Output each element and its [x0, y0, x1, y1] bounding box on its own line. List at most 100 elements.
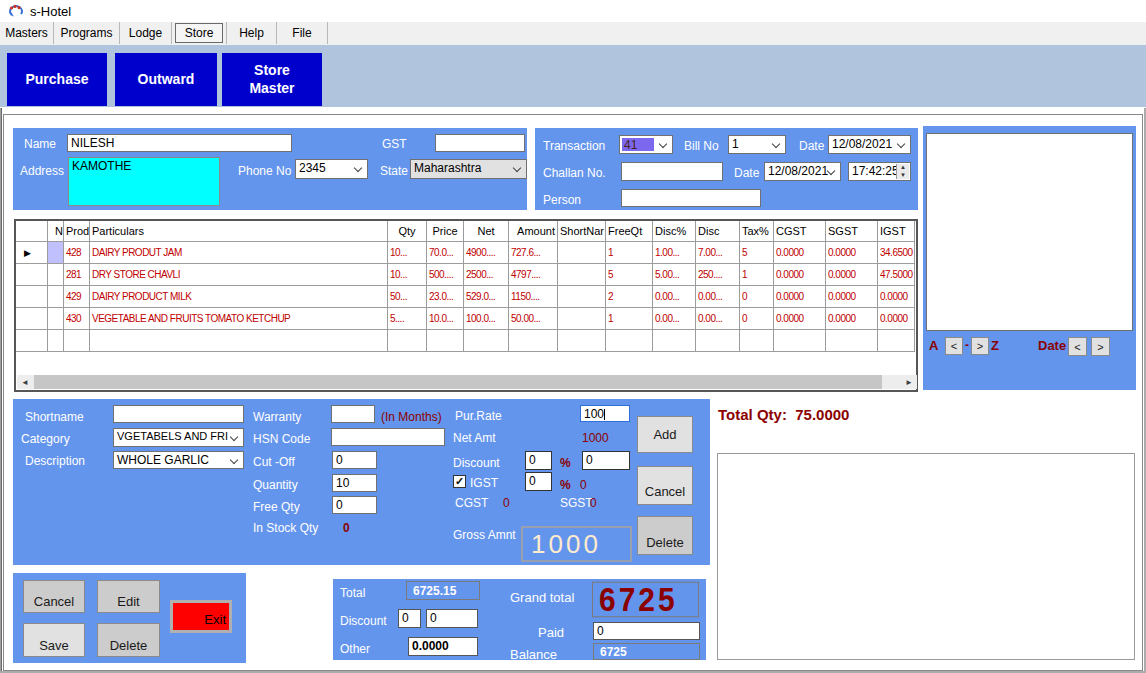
quantity-input[interactable]: 10: [332, 474, 377, 492]
cancel-item-button[interactable]: Cancel: [637, 466, 693, 505]
grid-col-header[interactable]: ShortNar: [560, 225, 604, 237]
discount-total-input1[interactable]: 0: [398, 609, 421, 628]
spinner-up-down-icon[interactable]: ▲▼: [896, 164, 909, 179]
billno-combo[interactable]: 1: [728, 135, 786, 154]
shortname-input[interactable]: [113, 405, 244, 423]
name-input[interactable]: NILESH: [67, 134, 292, 152]
grid-cell: 1: [608, 247, 613, 258]
grid-col-header[interactable]: Disc%: [655, 225, 686, 237]
sgst-value: 0: [590, 496, 597, 510]
grid-cell: 70.0...: [429, 247, 453, 258]
grid-col-header[interactable]: CGST: [776, 225, 807, 237]
gross-label: Gross Amnt: [453, 528, 516, 542]
discount-amt-input[interactable]: 0: [582, 451, 630, 470]
purchase-button[interactable]: Purchase: [7, 53, 107, 106]
grid-cell: 10...: [390, 247, 407, 258]
balance-label: Balance: [510, 647, 557, 662]
menu-item-help[interactable]: Help: [227, 22, 277, 44]
save-button[interactable]: Save: [23, 623, 85, 657]
menu-item-store[interactable]: Store: [172, 22, 227, 44]
date-combo[interactable]: 12/08/2021: [828, 135, 911, 154]
state-combo[interactable]: Maharashtra: [410, 159, 527, 179]
transaction-combo[interactable]: 41: [619, 135, 673, 154]
discount-pct-input[interactable]: 0: [525, 451, 552, 470]
grid-col-header[interactable]: Qty: [398, 225, 415, 237]
date2-combo[interactable]: 12/08/2021: [764, 162, 841, 181]
grid-row[interactable]: 430VEGETABLE AND FRUITS TOMATO KETCHUP5.…: [16, 308, 916, 330]
grid-cell: 0: [742, 313, 747, 324]
menu-item-masters[interactable]: Masters: [0, 22, 54, 44]
grid-col-header[interactable]: Price: [432, 225, 457, 237]
outward-button[interactable]: Outward: [115, 53, 217, 106]
address-label: Address: [20, 164, 64, 178]
gst-input[interactable]: [435, 134, 525, 152]
grid-cell: 0: [742, 291, 747, 302]
grid-col-header[interactable]: Disc: [698, 225, 719, 237]
alpha-prev-button[interactable]: <: [945, 337, 963, 355]
date-label: Date: [799, 139, 824, 153]
grid-cell: 100.0...: [466, 313, 495, 324]
grid-col-header[interactable]: Amount: [517, 225, 555, 237]
paid-label: Paid: [538, 625, 564, 640]
items-grid[interactable]: NProdParticulars Qty Price Net Amount ShortNa…: [14, 219, 918, 392]
delete-button[interactable]: Delete: [97, 623, 160, 657]
scrollbar-thumb[interactable]: [34, 375, 882, 389]
category-combo[interactable]: VGETABELS AND FRI: [113, 428, 244, 447]
menu-item-programs[interactable]: Programs: [54, 22, 120, 44]
grid-horizontal-scrollbar[interactable]: ◄ ►: [17, 375, 917, 389]
side-listbox[interactable]: [926, 133, 1133, 331]
alpha-next-button[interactable]: >: [971, 337, 989, 355]
cutoff-label: Cut -Off: [253, 455, 295, 469]
freeqty-input[interactable]: 0: [332, 496, 377, 514]
address-input[interactable]: KAMOTHE: [68, 157, 220, 206]
grid-col-header[interactable]: FreeQt: [608, 225, 642, 237]
date-prev-button[interactable]: <: [1068, 337, 1087, 356]
other-input[interactable]: 0.0000: [408, 637, 478, 656]
discount-total-input2[interactable]: 0: [426, 609, 478, 628]
delete-item-button[interactable]: Delete: [637, 516, 693, 555]
cancel-button[interactable]: Cancel: [23, 580, 85, 613]
date2-label: Date: [734, 166, 759, 180]
igst-pct-input[interactable]: 0: [525, 472, 552, 491]
challan-input[interactable]: [621, 162, 723, 181]
purrate-input[interactable]: 100: [580, 405, 630, 422]
grid-cell: 10...: [390, 269, 407, 280]
phone-combo[interactable]: 2345: [295, 159, 368, 179]
person-input[interactable]: [621, 189, 761, 207]
exit-button[interactable]: Exit: [170, 600, 232, 633]
grid-row[interactable]: 281DRY STORE CHAVLI10...500....2500...47…: [16, 264, 916, 286]
menu-item-file[interactable]: File: [277, 22, 328, 44]
window-frame-left: [0, 108, 2, 673]
scroll-right-icon[interactable]: ►: [901, 375, 917, 389]
store-master-button[interactable]: Store Master: [222, 53, 322, 106]
grid-cell: 34.6500: [880, 247, 913, 258]
edit-button[interactable]: Edit: [97, 580, 160, 613]
grid-cell: 5: [608, 269, 613, 280]
grid-col-header[interactable]: Particulars: [92, 225, 144, 237]
description-combo[interactable]: WHOLE GARLIC: [113, 451, 244, 469]
grid-col-header[interactable]: SGST: [828, 225, 858, 237]
grid-col-header[interactable]: Tax%: [742, 225, 769, 237]
grid-row[interactable]: [16, 330, 916, 352]
add-button[interactable]: Add: [637, 416, 693, 453]
paid-input[interactable]: 0: [593, 622, 700, 640]
date-next-button[interactable]: >: [1091, 337, 1110, 356]
quantity-label: Quantity: [253, 478, 298, 492]
cgst-value: 0: [503, 496, 510, 510]
grid-col-header[interactable]: N: [55, 225, 63, 237]
time-spinner[interactable]: 17:42:25 ▲▼: [848, 162, 911, 181]
grid-cell: 50...: [390, 291, 407, 302]
hsn-input[interactable]: [331, 428, 445, 446]
cutoff-input[interactable]: 0: [332, 451, 377, 469]
menu-item-lodge[interactable]: Lodge: [120, 22, 172, 44]
grid-row[interactable]: 429DAIRY PRODUCT MILK50...23.0...529.0..…: [16, 286, 916, 308]
purrate-label: Pur.Rate: [455, 409, 502, 423]
warranty-input[interactable]: [331, 405, 375, 423]
grid-cell: 0.0000: [828, 269, 856, 280]
scroll-left-icon[interactable]: ◄: [17, 375, 33, 389]
igst-checkbox[interactable]: ✓: [453, 475, 466, 488]
grid-row[interactable]: ▶428DAIRY PRODUT JAM10...70.0...4900....…: [16, 242, 916, 264]
grid-col-header[interactable]: IGST: [880, 225, 906, 237]
grid-col-header[interactable]: Net: [477, 225, 494, 237]
grid-col-header[interactable]: Prod: [66, 225, 89, 237]
